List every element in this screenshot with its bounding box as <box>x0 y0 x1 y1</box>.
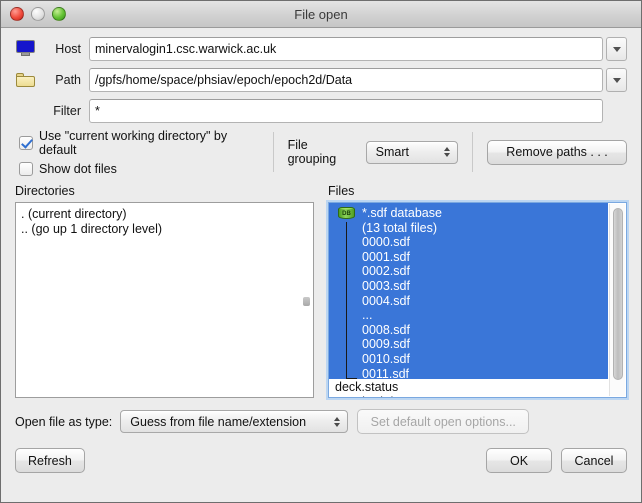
use-cwd-checkbox[interactable] <box>19 135 33 150</box>
lists-area: Directories . (current directory) .. (go… <box>15 184 627 398</box>
filter-field-wrap: * <box>89 99 627 123</box>
minimize-button[interactable] <box>31 7 45 21</box>
list-item-ellipsis: ... <box>362 308 373 323</box>
filter-input[interactable]: * <box>89 99 603 123</box>
files-listbox[interactable]: DB *.sdf database (13 total files) 0000.… <box>328 202 627 398</box>
show-dot-files-label: Show dot files <box>39 161 117 176</box>
list-item[interactable]: 0003.sdf <box>362 279 442 294</box>
window-title: File open <box>294 6 348 22</box>
files-scrollbar[interactable] <box>609 204 625 396</box>
host-label: Host <box>55 42 81 56</box>
dialog-body: Host minervalogin1.csc.warwick.ac.uk Pat… <box>1 28 641 473</box>
filter-row-spacer <box>15 101 37 121</box>
host-dropdown-button[interactable] <box>606 37 627 61</box>
chevron-down-icon <box>612 77 621 83</box>
file-grouping-select[interactable]: Smart <box>365 140 459 164</box>
directories-column: Directories . (current directory) .. (go… <box>15 184 314 398</box>
tree-connector-line <box>346 222 347 379</box>
remove-paths-group: Remove paths . . . <box>487 130 628 174</box>
monitor-icon <box>15 39 37 59</box>
file-grouping-group: File grouping Smart <box>287 130 459 174</box>
options-divider-1 <box>272 132 274 172</box>
list-item[interactable]: 0001.sdf <box>362 250 442 265</box>
files-column: Files DB *.sdf database (13 total files)… <box>328 184 627 398</box>
host-row: Host minervalogin1.csc.warwick.ac.uk <box>15 37 627 61</box>
refresh-button[interactable]: Refresh <box>15 448 85 473</box>
chevron-down-icon <box>612 46 621 52</box>
list-item[interactable]: 0000.sdf <box>362 235 442 250</box>
database-group-title[interactable]: *.sdf database <box>362 206 442 221</box>
use-cwd-checkbox-row[interactable]: Use "current working directory" by defau… <box>19 129 259 157</box>
show-dot-files-checkbox[interactable] <box>19 161 33 176</box>
options-divider-2 <box>472 132 474 172</box>
database-group-count: (13 total files) <box>362 220 438 235</box>
files-scrollbar-thumb[interactable] <box>613 208 623 380</box>
open-as-type-row: Open file as type: Guess from file name/… <box>15 409 627 434</box>
files-label: Files <box>328 184 355 198</box>
ok-button[interactable]: OK <box>486 448 552 473</box>
use-cwd-label: Use "current working directory" by defau… <box>39 128 228 157</box>
list-item[interactable]: 0008.sdf <box>362 323 442 338</box>
directories-label: Directories <box>15 184 75 198</box>
directories-scrollbar-grip[interactable] <box>303 297 310 306</box>
open-as-type-value: Guess from file name/extension <box>130 414 307 429</box>
list-item[interactable]: epoch2d.dat <box>335 395 608 397</box>
set-default-open-options-button: Set default open options... <box>357 409 530 434</box>
host-combo[interactable]: minervalogin1.csc.warwick.ac.uk <box>89 37 627 61</box>
host-input[interactable]: minervalogin1.csc.warwick.ac.uk <box>89 37 603 61</box>
list-item[interactable]: .. (go up 1 directory level) <box>21 222 313 237</box>
list-item[interactable]: deck.status <box>335 380 608 395</box>
file-grouping-value: Smart <box>375 145 409 159</box>
remove-paths-button[interactable]: Remove paths . . . <box>487 139 628 165</box>
open-as-type-label: Open file as type: <box>15 414 113 429</box>
path-row: Path /gpfs/home/space/phsiav/epoch/epoch… <box>15 68 627 92</box>
database-icon: DB <box>338 207 355 222</box>
path-dropdown-button[interactable] <box>606 68 627 92</box>
list-item[interactable]: 0002.sdf <box>362 264 442 279</box>
list-item[interactable]: 0004.sdf <box>362 294 442 309</box>
options-row: Use "current working directory" by defau… <box>15 129 628 176</box>
file-grouping-label: File grouping <box>287 138 337 166</box>
folder-icon <box>15 70 37 90</box>
path-input[interactable]: /gpfs/home/space/phsiav/epoch/epoch2d/Da… <box>89 68 603 92</box>
path-label: Path <box>55 73 81 87</box>
show-dot-files-checkbox-row[interactable]: Show dot files <box>19 161 259 176</box>
directories-listbox[interactable]: . (current directory) .. (go up 1 direct… <box>15 202 314 398</box>
close-button[interactable] <box>10 7 24 21</box>
list-item[interactable]: 0009.sdf <box>362 337 442 352</box>
files-selected-group-text: *.sdf database (13 total files) 0000.sdf… <box>362 206 442 396</box>
list-item[interactable]: . (current directory) <box>21 207 313 222</box>
filter-label: Filter <box>53 104 81 118</box>
filter-row: Filter * <box>15 99 627 123</box>
path-combo[interactable]: /gpfs/home/space/phsiav/epoch/epoch2d/Da… <box>89 68 627 92</box>
stepper-arrows-icon <box>440 147 453 157</box>
options-checkbox-group: Use "current working directory" by defau… <box>15 129 259 176</box>
window-titlebar: File open <box>1 1 641 28</box>
dialog-button-row: Refresh OK Cancel <box>15 448 627 473</box>
window-controls <box>10 7 66 21</box>
open-as-type-select[interactable]: Guess from file name/extension <box>120 410 349 433</box>
list-item[interactable]: 0010.sdf <box>362 352 442 367</box>
cancel-button[interactable]: Cancel <box>561 448 627 473</box>
files-unselected-list: deck.status epoch2d.dat input.deck <box>329 379 608 397</box>
zoom-button[interactable] <box>52 7 66 21</box>
directories-list: . (current directory) .. (go up 1 direct… <box>16 203 313 236</box>
stepper-arrows-icon <box>330 416 343 427</box>
